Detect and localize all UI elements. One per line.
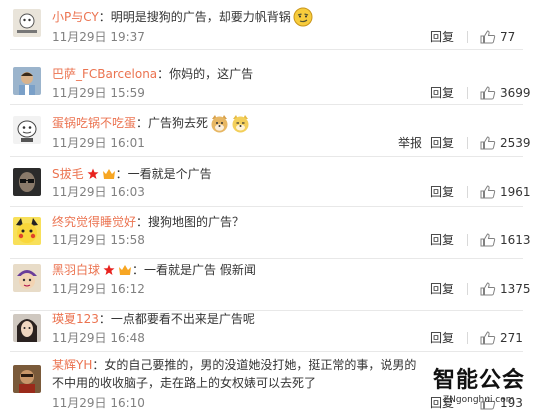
avatar[interactable] — [13, 67, 41, 95]
like-count: 2539 — [500, 136, 531, 150]
thumbs-up-icon[interactable] — [480, 331, 496, 345]
comment-item: 巴萨_FCBarcelona：你妈的，这广告 11月29日 15:59 回复 3… — [0, 50, 533, 105]
timestamp: 11月29日 16:03 — [52, 185, 145, 199]
username[interactable]: 小P与CY — [52, 10, 99, 24]
comment-text: 你妈的，这广告 — [169, 67, 254, 81]
doge-emoji-icon — [231, 114, 250, 137]
reply-button[interactable]: 回复 — [430, 331, 454, 345]
star-icon — [87, 168, 99, 184]
reply-button[interactable]: 回复 — [430, 233, 454, 247]
divider — [467, 186, 468, 198]
username[interactable]: S拔毛 — [52, 167, 84, 181]
avatar[interactable] — [13, 9, 41, 37]
comment-text: 一看就是个广告 — [127, 167, 212, 181]
comment-line: 巴萨_FCBarcelona：你妈的，这广告 — [52, 67, 254, 81]
comment-item: 终究觉得睡觉好：搜狗地图的广告？ 11月29日 15:58 回复 1613 — [0, 207, 533, 259]
username[interactable]: 黑羽白球 — [52, 263, 100, 277]
comment-line: 小P与CY：明明是搜狗的广告，却要力帆背锅 — [52, 7, 313, 31]
comment-line: 终究觉得睡觉好：搜狗地图的广告？ — [52, 215, 245, 229]
doge-emoji-icon — [210, 114, 229, 137]
comment-text: 广告狗去死 — [148, 116, 209, 130]
reply-button[interactable]: 回复 — [430, 30, 454, 44]
like-count: 1613 — [500, 233, 531, 247]
comment-text: 一点都要看不出来是广告呢 — [110, 312, 255, 326]
thumbs-up-icon[interactable] — [480, 30, 496, 44]
divider — [467, 87, 468, 99]
reply-button[interactable]: 回复 — [430, 185, 454, 199]
comment-line: 蛋锅吃锅不吃蛋：广告狗去死 — [52, 114, 250, 137]
thumbs-up-icon[interactable] — [480, 233, 496, 247]
avatar[interactable] — [13, 168, 41, 196]
comment-item: 蛋锅吃锅不吃蛋：广告狗去死 11月29日 16:01 举报 回复 2539 — [0, 105, 533, 157]
comment-item: 瑛夏123：一点都要看不出来是广告呢 11月29日 16:48 回复 271 — [0, 311, 533, 352]
comment-text: 一看就是广告 假新闻 — [144, 263, 256, 277]
report-button[interactable]: 举报 — [398, 136, 422, 150]
avatar[interactable] — [13, 217, 41, 245]
comment-item: S拔毛 ：一看就是个广告 11月29日 16:03 回复 1961 — [0, 157, 533, 207]
comment-line: S拔毛 ：一看就是个广告 — [52, 166, 212, 184]
vip-crown-icon — [118, 264, 132, 280]
avatar[interactable] — [13, 314, 41, 342]
reply-button[interactable]: 回复 — [430, 282, 454, 296]
like-count: 3699 — [500, 86, 531, 100]
comment-text: 明明是搜狗的广告，却要力帆背锅 — [110, 10, 291, 24]
like-count: 271 — [500, 331, 523, 345]
username[interactable]: 某辉YH — [52, 358, 92, 372]
like-count: 1961 — [500, 185, 531, 199]
like-count: 77 — [500, 30, 516, 44]
watermark-brand: 智能公会 — [433, 368, 526, 393]
reply-button[interactable]: 回复 — [430, 136, 454, 150]
watermark-url: ZNgonghui.com — [443, 395, 515, 405]
divider — [467, 137, 468, 149]
username[interactable]: 巴萨_FCBarcelona — [52, 67, 157, 81]
divider — [467, 31, 468, 43]
timestamp: 11月29日 16:12 — [52, 282, 145, 296]
comment-line: 某辉YH：女的自己要推的，男的没道她没打她，挺正常的事，说男的不中用的收收脑子，… — [52, 358, 417, 390]
thumbs-up-icon[interactable] — [480, 185, 496, 199]
timestamp: 11月29日 16:01 — [52, 136, 145, 150]
comment-line: 瑛夏123：一点都要看不出来是广告呢 — [52, 312, 255, 326]
like-count: 1375 — [500, 282, 531, 296]
username[interactable]: 蛋锅吃锅不吃蛋 — [52, 116, 136, 130]
divider — [467, 283, 468, 295]
divider — [467, 234, 468, 246]
username[interactable]: 瑛夏123 — [52, 312, 99, 326]
comment-item: 黑羽白球 ：一看就是广告 假新闻 11月29日 16:12 回复 1375 — [0, 259, 533, 311]
watermark-logo: 智能公会 ZNgonghui.com — [433, 368, 525, 406]
timestamp: 11月29日 16:48 — [52, 331, 145, 345]
username[interactable]: 终究觉得睡觉好 — [52, 215, 136, 229]
comment-line: 黑羽白球 ：一看就是广告 假新闻 — [52, 262, 256, 280]
timestamp: 11月29日 15:58 — [52, 233, 145, 247]
thumbs-up-icon[interactable] — [480, 86, 496, 100]
avatar[interactable] — [13, 365, 41, 393]
avatar[interactable] — [13, 264, 41, 292]
comment-text: 搜狗地图的广告？ — [148, 215, 245, 229]
avatar[interactable] — [13, 116, 41, 144]
comment-text: 女的自己要推的，男的没道她没打她，挺正常的事，说男的不中用的收收脑子，走在路上的… — [52, 358, 417, 390]
timestamp: 11月29日 16:10 — [52, 396, 145, 410]
comment-item: 小P与CY：明明是搜狗的广告，却要力帆背锅 11月29日 19:37 回复 77 — [0, 0, 533, 50]
thumbs-up-icon[interactable] — [480, 282, 496, 296]
vip-crown-icon — [102, 168, 116, 184]
timestamp: 11月29日 19:37 — [52, 30, 145, 44]
divider — [467, 332, 468, 344]
smirk-emoji-icon — [293, 7, 313, 31]
reply-button[interactable]: 回复 — [430, 86, 454, 100]
star-icon — [103, 264, 115, 280]
timestamp: 11月29日 15:59 — [52, 86, 145, 100]
thumbs-up-icon[interactable] — [480, 136, 496, 150]
